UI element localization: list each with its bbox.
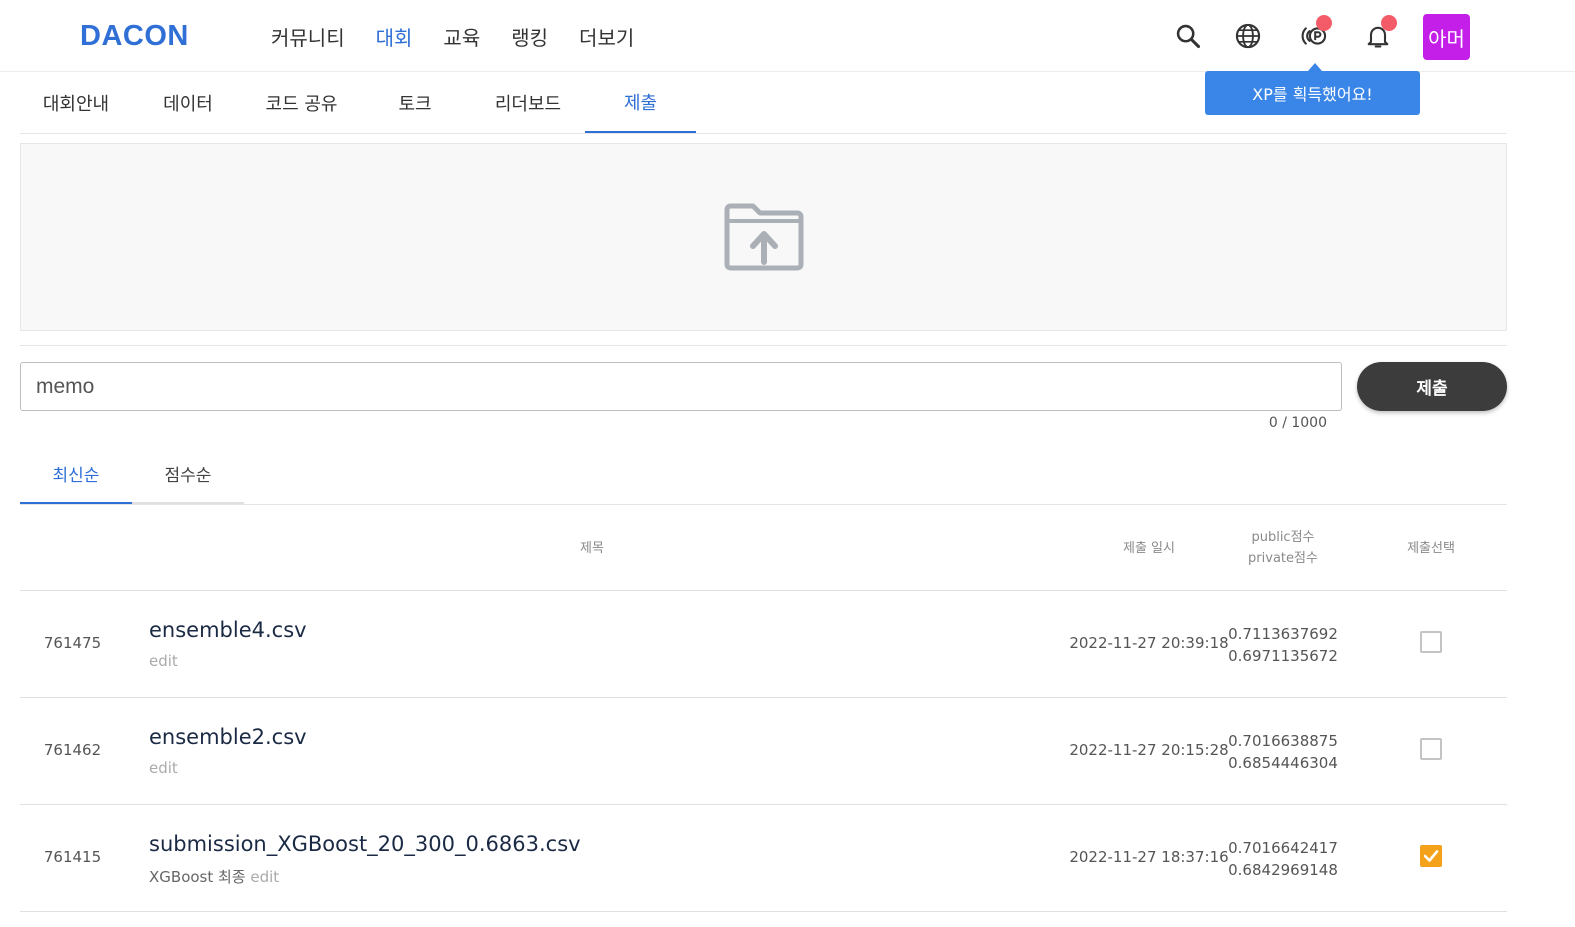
submission-title: ensemble2.csv	[149, 725, 307, 749]
select-checkbox[interactable]	[1420, 631, 1442, 653]
competition-tabs: 대회안내 데이터 코드 공유 토크 리더보드 제출	[20, 72, 1507, 134]
submission-id: 761475	[43, 634, 102, 652]
globe-icon[interactable]	[1230, 18, 1266, 54]
edit-link[interactable]: edit	[149, 652, 178, 670]
tab-code-share[interactable]: 코드 공유	[244, 72, 359, 133]
submission-title: submission_XGBoost_20_300_0.6863.csv	[149, 832, 581, 856]
xp-notification-dot	[1316, 15, 1332, 31]
submission-memo: edit	[149, 759, 178, 777]
header-title: 제목	[580, 541, 604, 556]
header-select: 제출선택	[1407, 541, 1455, 556]
nav-more[interactable]: 더보기	[579, 22, 634, 51]
tab-competition-info[interactable]: 대회안내	[20, 72, 132, 133]
memo-input[interactable]	[20, 362, 1342, 411]
sort-score-tab[interactable]: 점수순	[132, 445, 244, 504]
submission-memo: edit	[149, 652, 178, 670]
memo-text: XGBoost 최종	[149, 868, 246, 886]
nav-community[interactable]: 커뮤니티	[271, 22, 345, 51]
file-upload-dropzone[interactable]	[20, 143, 1507, 331]
tab-leaderboard[interactable]: 리더보드	[471, 72, 585, 133]
table-row: 761462 ensemble2.csv edit 2022-11-27 20:…	[20, 698, 1507, 805]
header-scores: public점수 private점수	[1218, 527, 1348, 569]
nav-education[interactable]: 교육	[443, 22, 480, 51]
private-score: 0.6971135672	[1228, 647, 1338, 665]
divider	[20, 345, 1507, 346]
bell-notification-dot	[1381, 15, 1397, 31]
checkmark-icon	[1423, 850, 1439, 862]
select-checkbox[interactable]	[1420, 845, 1442, 867]
submission-id: 761415	[43, 848, 102, 866]
table-row: 761415 submission_XGBoost_20_300_0.6863.…	[20, 805, 1507, 912]
header-private-score: private점수	[1248, 551, 1318, 566]
submission-memo: XGBoost 최종 edit	[149, 866, 279, 887]
folder-upload-icon	[724, 203, 803, 271]
edit-link[interactable]: edit	[149, 759, 178, 777]
scores: 0.7016642417 0.6842969148	[1218, 837, 1348, 881]
public-score: 0.7113637692	[1228, 625, 1338, 643]
nav-ranking[interactable]: 랭킹	[511, 22, 548, 51]
private-score: 0.6854446304	[1228, 754, 1338, 772]
memo-char-counter: 0 / 1000	[1268, 415, 1327, 431]
select-checkbox[interactable]	[1420, 738, 1442, 760]
dacon-logo[interactable]: DACON	[80, 20, 189, 53]
submit-button[interactable]: 제출	[1357, 362, 1507, 411]
top-header: DACON 커뮤니티 대회 교육 랭킹 더보기 아머	[0, 0, 1575, 72]
public-score: 0.7016642417	[1228, 839, 1338, 857]
sort-tabs: 최신순 점수순	[20, 445, 1507, 505]
tooltip-arrow	[1308, 63, 1322, 71]
tab-data[interactable]: 데이터	[132, 72, 244, 133]
submission-title: ensemble4.csv	[149, 618, 307, 642]
nav-competition[interactable]: 대회	[376, 22, 413, 51]
search-icon[interactable]	[1170, 18, 1206, 54]
scores: 0.7113637692 0.6971135672	[1218, 623, 1348, 667]
scores: 0.7016638875 0.6854446304	[1218, 730, 1348, 774]
header-public-score: public점수	[1251, 530, 1315, 545]
tab-talk[interactable]: 토크	[359, 72, 471, 133]
public-score: 0.7016638875	[1228, 732, 1338, 750]
sort-latest-tab[interactable]: 최신순	[20, 445, 132, 504]
main-nav: 커뮤니티 대회 교육 랭킹 더보기	[271, 22, 665, 51]
avatar[interactable]: 아머	[1423, 14, 1470, 60]
edit-link[interactable]: edit	[250, 868, 279, 886]
table-row: 761475 ensemble4.csv edit 2022-11-27 20:…	[20, 591, 1507, 698]
private-score: 0.6842969148	[1228, 861, 1338, 879]
submission-id: 761462	[43, 741, 102, 759]
tab-submit[interactable]: 제출	[585, 72, 696, 133]
table-header: 제목 제출 일시 public점수 private점수 제출선택	[20, 505, 1507, 591]
